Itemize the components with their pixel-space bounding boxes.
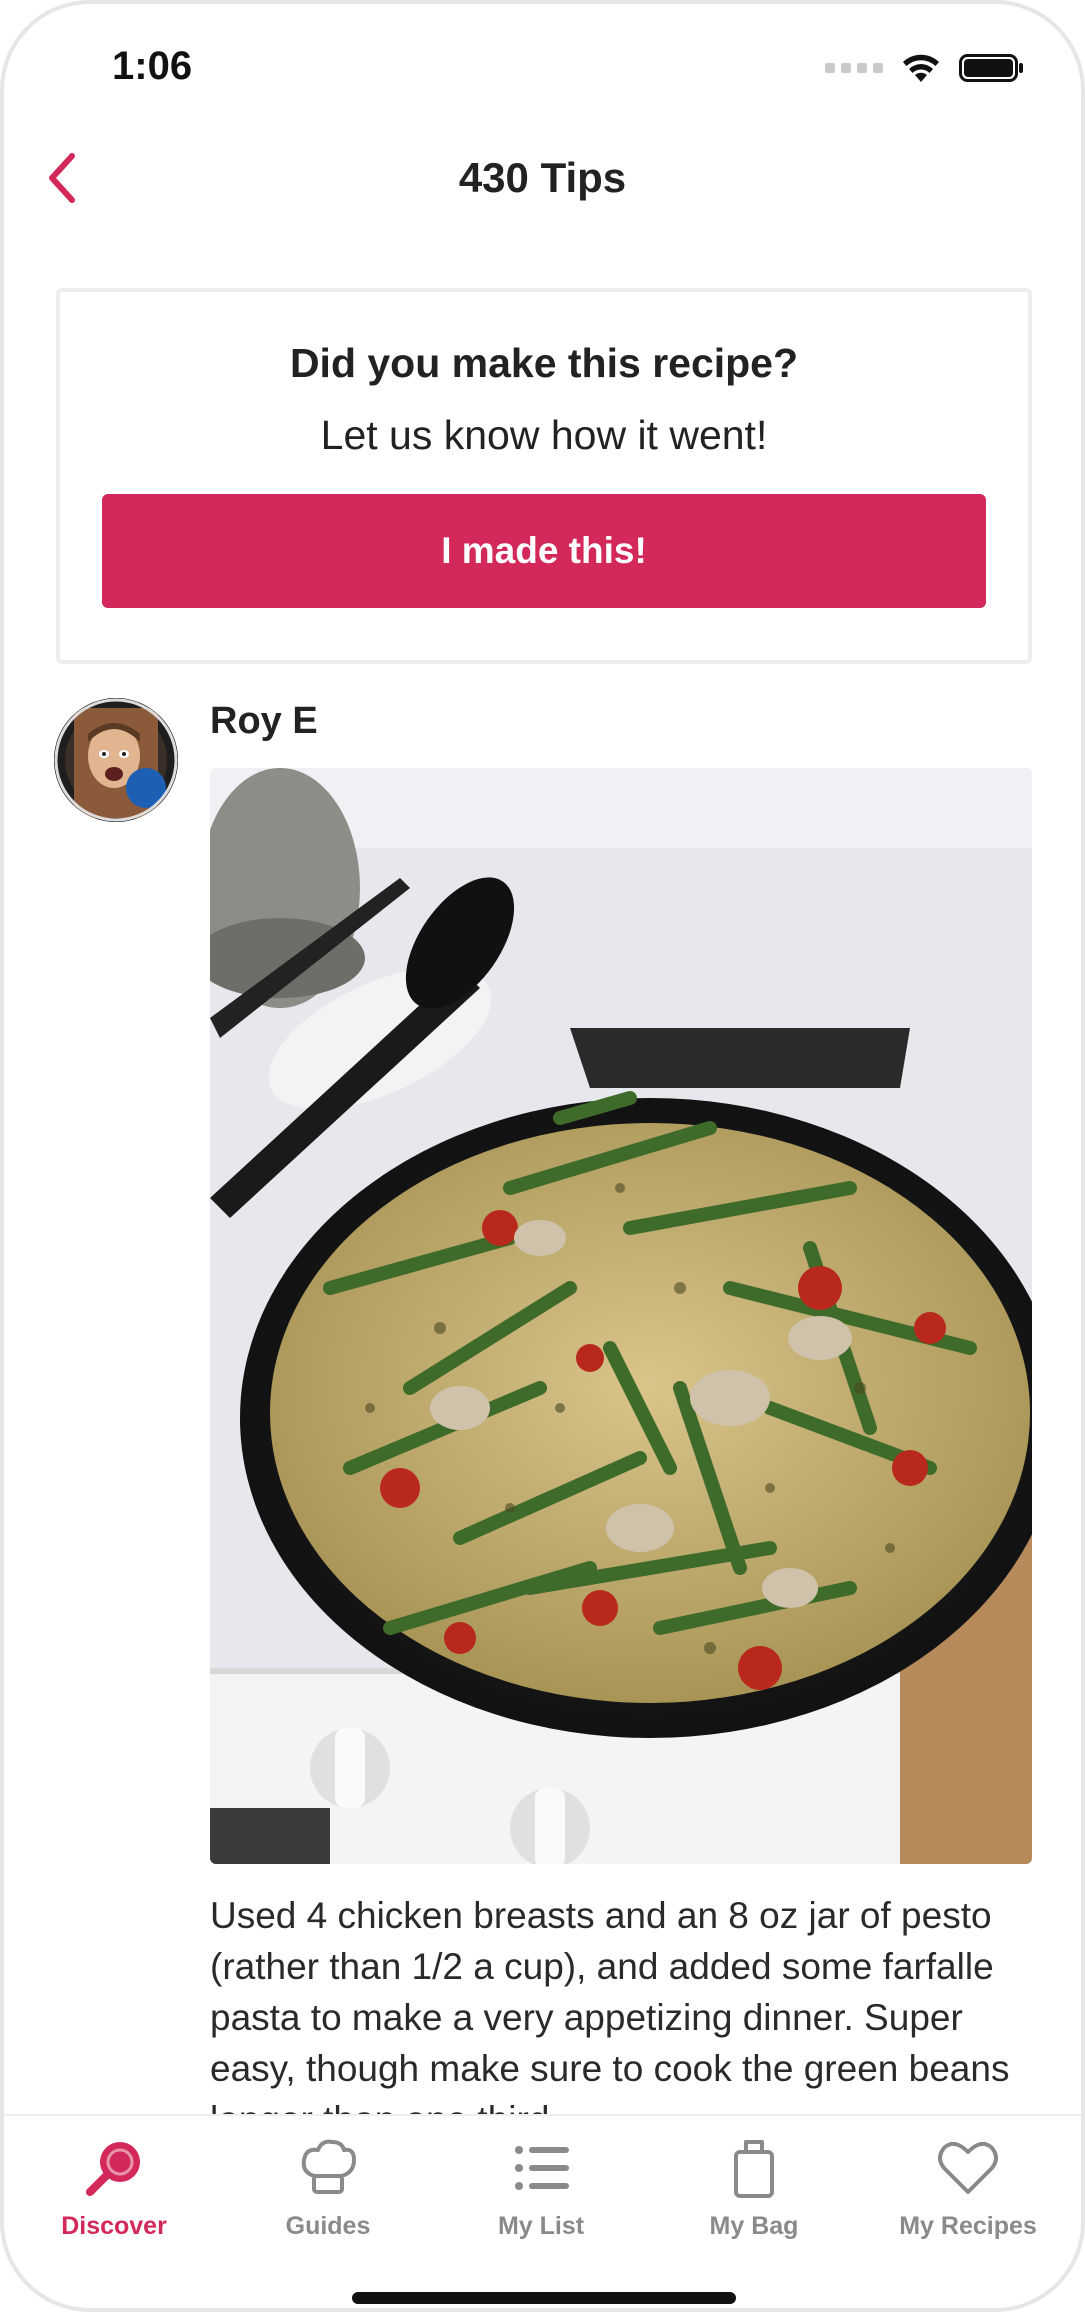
tip-author-name[interactable]: Roy E	[210, 700, 318, 743]
tip-text: Used 4 chicken breasts and an 8 oz jar o…	[210, 1895, 1010, 2118]
status-time: 1:06	[112, 44, 193, 88]
avatar-image	[54, 698, 178, 822]
tip-photo[interactable]	[210, 768, 1032, 1864]
tab-label-my-list: My List	[497, 2212, 585, 2240]
tab-label-my-bag: My Bag	[709, 2212, 799, 2240]
avatar[interactable]	[54, 698, 178, 822]
search-icon	[82, 2136, 146, 2200]
tab-my-bag[interactable]: My Bag	[654, 2136, 854, 2256]
battery-icon	[959, 54, 1023, 82]
i-made-this-button[interactable]: I made this!	[102, 494, 986, 608]
chef-hat-icon	[296, 2136, 360, 2200]
status-bar: 1:06	[4, 4, 1081, 134]
pasta-pan-image	[210, 768, 1032, 1864]
signal-icon	[825, 63, 883, 73]
phone-screen: 1:06 430 Tips Did you make this recipe? …	[0, 0, 1085, 2312]
status-icons	[825, 52, 1025, 84]
tab-my-recipes[interactable]: My Recipes	[868, 2136, 1068, 2256]
tab-label-discover: Discover	[61, 2212, 167, 2240]
made-this-card: Did you make this recipe? Let us know ho…	[56, 288, 1032, 664]
card-subheading: Let us know how it went!	[320, 412, 768, 458]
tab-discover[interactable]: Discover	[14, 2136, 214, 2256]
tab-label-guides: Guides	[285, 2212, 371, 2240]
list-icon	[509, 2136, 573, 2200]
card-heading: Did you make this recipe?	[289, 340, 799, 386]
tab-bar: Discover Guides My List My Bag My Recipe…	[4, 2114, 1081, 2308]
nav-header: 430 Tips	[4, 134, 1081, 234]
wifi-icon	[903, 54, 939, 82]
shopping-bag-icon	[722, 2136, 786, 2200]
heart-icon	[936, 2136, 1000, 2200]
tab-guides[interactable]: Guides	[228, 2136, 428, 2256]
home-indicator[interactable]	[352, 2292, 736, 2304]
page-title: 430 Tips	[458, 154, 627, 201]
tab-label-my-recipes: My Recipes	[899, 2212, 1037, 2240]
tab-my-list[interactable]: My List	[441, 2136, 641, 2256]
